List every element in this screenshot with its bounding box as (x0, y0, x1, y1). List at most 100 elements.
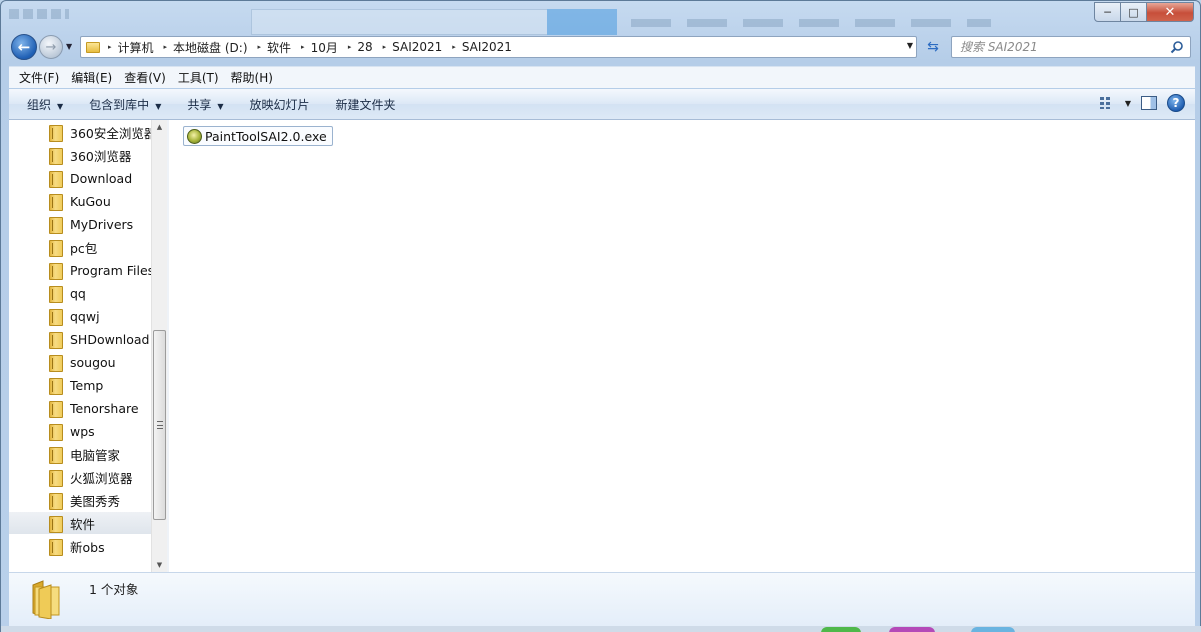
folder-icon (49, 423, 63, 441)
tree-item-qq[interactable]: qq (9, 282, 151, 304)
chevron-down-icon: ▼ (57, 101, 64, 111)
tree-item-label: 新obs (70, 539, 105, 555)
menu-file[interactable]: 文件(F) (13, 69, 65, 86)
tree-item-wps[interactable]: wps (9, 420, 151, 442)
breadcrumb-october[interactable]: 10月 (311, 39, 338, 56)
chevron-down-icon: ▼ (155, 101, 162, 111)
tree-item-360safe-browser[interactable]: 360安全浏览器 (9, 121, 151, 143)
menu-view[interactable]: 查看(V) (118, 69, 172, 86)
slideshow-button[interactable]: 放映幻灯片 (250, 96, 310, 113)
folder-icon (49, 446, 63, 464)
tree-item-label: sougou (70, 354, 116, 370)
tree-item-temp[interactable]: Temp (9, 374, 151, 396)
view-controls: ▼ ? (1099, 94, 1185, 112)
chevron-right-icon[interactable]: ▸ (301, 43, 305, 51)
tree-item-label: SHDownload (70, 331, 150, 347)
tree-item-label: 软件 (70, 516, 96, 532)
include-library-label: 包含到库中 (89, 97, 150, 112)
back-button[interactable]: ← (11, 34, 37, 60)
chevron-right-icon[interactable]: ▸ (108, 43, 112, 51)
tree-item-tenorshare[interactable]: Tenorshare (9, 397, 151, 419)
share-button[interactable]: 共享 ▼ (187, 96, 223, 113)
explorer-window: ─ □ ✕ ← → ▼ ▸ 计算机 ▸ 本地磁盘 (D:) ▸ 软件 ▸ 10月… (0, 0, 1201, 632)
chevron-right-icon[interactable]: ▸ (383, 43, 387, 51)
tree-item-label: 美图秀秀 (70, 493, 121, 509)
item-count: 1 个对象 (89, 582, 139, 597)
nav-pane-scrollbar[interactable]: ▲ ▼ (151, 120, 167, 572)
breadcrumb-computer[interactable]: 计算机 (118, 39, 154, 56)
breadcrumb-28[interactable]: 28 (357, 40, 372, 54)
menu-edit[interactable]: 编辑(E) (65, 69, 118, 86)
view-dropdown-icon[interactable]: ▼ (1125, 99, 1131, 108)
folder-icon (49, 170, 63, 188)
navigation-row: ← → ▼ ▸ 计算机 ▸ 本地磁盘 (D:) ▸ 软件 ▸ 10月 ▸ 28 … (1, 33, 1200, 61)
tree-item-program-files[interactable]: Program Files (9, 259, 151, 281)
breadcrumb-sai2021-current[interactable]: SAI2021 (462, 40, 512, 54)
grip-icon (157, 421, 163, 429)
scroll-down-icon[interactable]: ▼ (152, 558, 167, 572)
tree-item-label: KuGou (70, 193, 111, 209)
tree-item-label: Temp (70, 377, 104, 393)
folder-icon (49, 124, 63, 142)
file-list-pane[interactable]: PaintToolSAI2.0.exe (169, 120, 1195, 572)
chevron-right-icon[interactable]: ▸ (164, 43, 168, 51)
tree-item-360-browser[interactable]: 360浏览器 (9, 144, 151, 166)
close-button[interactable]: ✕ (1147, 2, 1194, 22)
include-in-library-button[interactable]: 包含到库中 ▼ (89, 96, 161, 113)
menu-tools[interactable]: 工具(T) (172, 69, 225, 86)
address-dropdown-icon[interactable]: ▼ (907, 41, 913, 50)
tree-item-pc-manager[interactable]: 电脑管家 (9, 443, 151, 465)
search-icon[interactable] (1170, 40, 1184, 54)
tree-item-label: qqwj (70, 308, 100, 324)
maximize-button[interactable]: □ (1121, 2, 1147, 22)
organize-button[interactable]: 组织 ▼ (27, 96, 63, 113)
folder-icon (49, 216, 63, 234)
file-item[interactable]: PaintToolSAI2.0.exe (183, 126, 333, 146)
tree-item-mydrivers[interactable]: MyDrivers (9, 213, 151, 235)
search-box[interactable] (951, 36, 1191, 58)
search-input[interactable] (952, 37, 1162, 57)
recent-pages-dropdown[interactable]: ▼ (66, 42, 72, 51)
new-folder-button[interactable]: 新建文件夹 (336, 96, 396, 113)
tree-item-software[interactable]: 软件 (9, 512, 151, 534)
breadcrumb-sai2021[interactable]: SAI2021 (392, 40, 442, 54)
breadcrumb-software[interactable]: 软件 (267, 39, 291, 56)
tree-item-label: 电脑管家 (70, 447, 121, 463)
view-options-icon[interactable] (1099, 96, 1115, 110)
help-icon[interactable]: ? (1167, 94, 1185, 112)
navigation-pane: 360安全浏览器 360浏览器 Download KuGou MyDrivers… (9, 120, 167, 572)
tree-item-kugou[interactable]: KuGou (9, 190, 151, 212)
tree-item-new-obs[interactable]: 新obs (9, 535, 151, 557)
minimize-button[interactable]: ─ (1094, 2, 1121, 22)
folder-icon (49, 515, 63, 533)
refresh-button[interactable]: ⇆ (922, 37, 944, 57)
chevron-right-icon[interactable]: ▸ (348, 43, 352, 51)
folder-icon (49, 147, 63, 165)
tree-item-label: pc包 (70, 240, 98, 256)
tree-item-label: 火狐浏览器 (70, 470, 133, 486)
tree-item-sougou[interactable]: sougou (9, 351, 151, 373)
tree-item-qqwj[interactable]: qqwj (9, 305, 151, 327)
scroll-up-icon[interactable]: ▲ (152, 120, 167, 134)
tree-item-shdownload[interactable]: SHDownload (9, 328, 151, 350)
preview-pane-icon[interactable] (1141, 96, 1157, 110)
tree-item-firefox[interactable]: 火狐浏览器 (9, 466, 151, 488)
tree-item-label: MyDrivers (70, 216, 134, 232)
folder-icon (49, 469, 63, 487)
folder-icon (49, 377, 63, 395)
folder-icon (49, 538, 63, 556)
address-bar[interactable]: ▸ 计算机 ▸ 本地磁盘 (D:) ▸ 软件 ▸ 10月 ▸ 28 ▸ SAI2… (80, 36, 917, 58)
breadcrumb-local-disk[interactable]: 本地磁盘 (D:) (173, 39, 247, 56)
chevron-right-icon[interactable]: ▸ (258, 43, 262, 51)
chevron-right-icon[interactable]: ▸ (452, 43, 456, 51)
tree-item-label: Tenorshare (70, 400, 139, 416)
chevron-down-icon: ▼ (217, 101, 224, 111)
taskbar-glimpse (1, 626, 1201, 632)
tree-item-download[interactable]: Download (9, 167, 151, 189)
forward-button[interactable]: → (39, 35, 63, 59)
tree-item-pc-package[interactable]: pc包 (9, 236, 151, 258)
tree-item-meitu[interactable]: 美图秀秀 (9, 489, 151, 511)
background-title-blur (9, 9, 69, 19)
menu-help[interactable]: 帮助(H) (225, 69, 279, 86)
scroll-thumb[interactable] (153, 330, 166, 520)
